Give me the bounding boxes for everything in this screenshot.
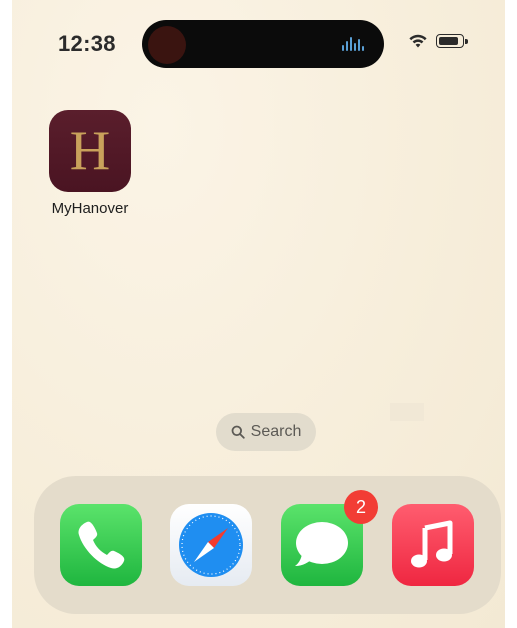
search-label: Search: [250, 423, 302, 440]
dynamic-island[interactable]: [142, 20, 384, 68]
home-screen: 12:38 H MyHanover Search 2: [12, 0, 505, 628]
audio-waveform-icon: [342, 37, 368, 51]
battery-icon: [436, 34, 468, 48]
search-button[interactable]: Search: [216, 413, 316, 451]
wifi-icon: [409, 34, 427, 48]
search-icon: [231, 425, 245, 439]
myhanover-icon[interactable]: H: [49, 110, 131, 192]
messages-badge: 2: [344, 490, 378, 524]
widget-fragment: [390, 403, 424, 421]
safari-app[interactable]: [170, 504, 252, 586]
app-label-myhanover: MyHanover: [51, 200, 129, 217]
app-myhanover[interactable]: H MyHanover: [48, 110, 132, 217]
music-app[interactable]: [392, 504, 474, 586]
music-icon: [411, 520, 453, 568]
status-bar: 12:38: [12, 0, 505, 90]
phone-icon: [78, 521, 125, 569]
live-activity-avatar: [148, 26, 186, 64]
status-time: 12:38: [58, 31, 116, 56]
safari-icon: [179, 513, 243, 577]
phone-app[interactable]: [60, 504, 142, 586]
